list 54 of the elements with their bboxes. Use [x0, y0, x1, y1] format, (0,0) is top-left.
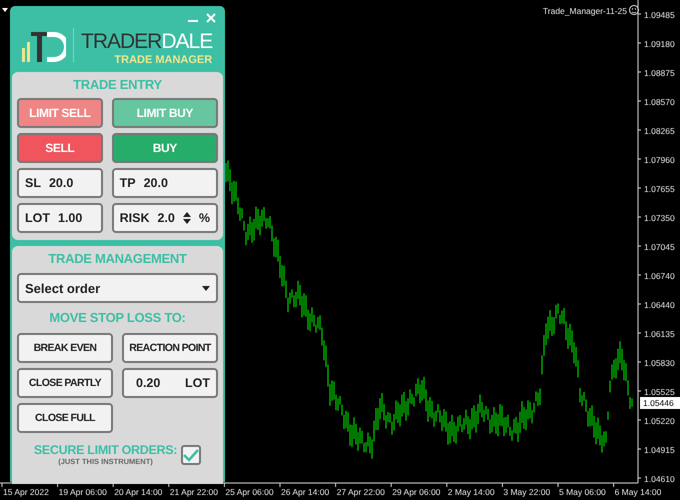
time-label: 20 Apr 14:00 [114, 487, 162, 497]
section-subtitle: MOVE STOP LOSS TO: [48, 309, 187, 327]
action-button[interactable]: CLOSE PARTLY [17, 368, 113, 398]
time-label: 29 Apr 06:00 [392, 487, 440, 497]
time-label: 19 Apr 06:00 [58, 487, 107, 497]
checkbox-label: SECURE LIMIT ORDERS: [34, 443, 178, 457]
indicator-label: Trade_Manager-11-25 [542, 6, 627, 16]
current-price-tag: 1.05446 [640, 397, 680, 409]
time-label: 21 Apr 22:00 [170, 487, 218, 497]
time-label: 15 Apr 2022 [3, 487, 49, 497]
price-label: 1.05830 [644, 358, 675, 368]
price-label: 1.07655 [644, 184, 675, 194]
input-field[interactable]: TP 20.0 [112, 168, 218, 198]
price-label: 1.08875 [644, 68, 675, 78]
time-label: 25 Apr 06:00 [225, 487, 274, 497]
spinner-icon[interactable] [182, 212, 191, 224]
input-field[interactable]: RISK 2.0 % [112, 203, 218, 233]
time-label: 3 May 22:00 [503, 487, 550, 497]
section-title: TRADE ENTRY [72, 76, 163, 94]
price-label: 1.06740 [644, 271, 675, 281]
price-label: 1.07350 [644, 213, 675, 223]
caret-icon [202, 286, 210, 290]
input-field[interactable]: LOT 1.00 [17, 203, 103, 233]
price-label: 1.08265 [644, 126, 675, 136]
smiley-icon [629, 5, 639, 15]
price-label: 1.06135 [644, 329, 675, 339]
input-field[interactable]: 0.20 LOT [122, 368, 218, 398]
time-label: 6 May 14:00 [614, 487, 662, 497]
price-label: 1.04610 [644, 474, 675, 484]
checkmark-icon [183, 448, 200, 462]
price-label: 1.04915 [644, 445, 675, 455]
price-label: 1.07960 [644, 155, 675, 165]
time-label: 5 May 06:00 [559, 487, 606, 497]
time-label: 26 Apr 14:00 [281, 487, 330, 497]
price-label: 1.05525 [644, 387, 675, 397]
time-label: 27 Apr 22:00 [336, 487, 385, 497]
action-button[interactable]: REACTION POINT [122, 333, 218, 363]
price-label: 1.09180 [644, 39, 675, 49]
input-field[interactable]: SL 20.0 [17, 168, 103, 198]
checkbox[interactable] [181, 444, 202, 464]
price-label: 1.05220 [644, 416, 675, 426]
section-title: TRADE MANAGEMENT [47, 250, 188, 268]
price-label: 1.07045 [644, 242, 675, 252]
price-label: 1.09485 [644, 10, 675, 20]
brand-subtitle: TRADE MANAGER [114, 54, 212, 67]
action-button[interactable]: BREAK EVEN [17, 333, 113, 363]
price-label: 1.08570 [644, 97, 675, 107]
time-label: 2 May 14:00 [448, 487, 495, 497]
brand-name: TRADERDALE [81, 30, 212, 54]
close-icon[interactable] [205, 12, 217, 24]
order-dropdown[interactable]: Select order [17, 273, 218, 303]
action-button[interactable]: CLOSE FULL [17, 403, 113, 433]
price-label: 1.06440 [644, 300, 675, 310]
triangle-icon [2, 8, 8, 12]
